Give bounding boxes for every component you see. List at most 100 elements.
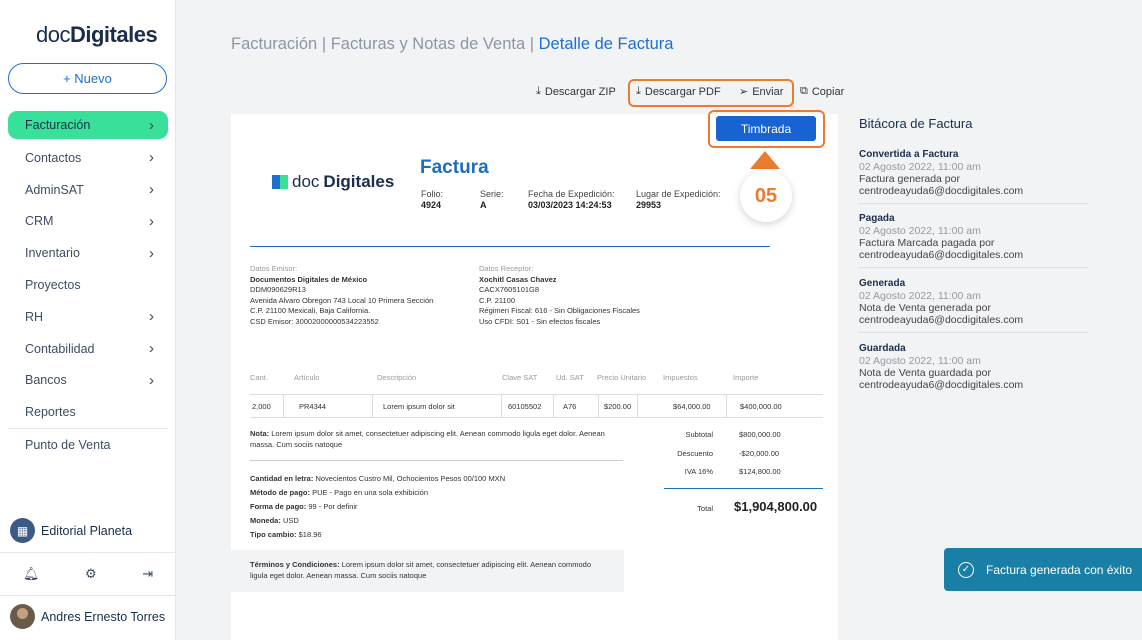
column-header: Ud. SAT: [556, 373, 584, 382]
sidebar-item-crm[interactable]: CRM ›: [8, 206, 168, 238]
sidebar-nav: Facturación › Contactos › AdminSAT › CRM › I…: [8, 111, 168, 461]
sidebar-item-contactos[interactable]: Contactos ›: [8, 142, 168, 174]
chevron-right-icon: ›: [149, 181, 154, 199]
copy-button[interactable]: ⧉ Copiar: [800, 85, 844, 98]
download-icon: ⤓: [636, 85, 641, 97]
chevron-right-icon: ›: [149, 244, 154, 262]
table-cell: $64,000.00: [673, 402, 711, 411]
step-pointer-icon: [750, 151, 780, 169]
invoice-logo: doc Digitales: [272, 172, 394, 192]
download-zip-button[interactable]: ⤓ Descargar ZIP: [536, 85, 616, 98]
divider: [637, 394, 638, 418]
payment-details: Cantidad en letra: Novecientos Custro Mi…: [250, 474, 506, 539]
emisor-block: Datos Emisor: Documentos Digitales de Mé…: [250, 264, 434, 326]
log-entry: Generada 02 Agosto 2022, 11:00 am Nota d…: [859, 278, 1088, 333]
invoice-note: Nota: Lorem ipsum dolor sit amet, consec…: [250, 429, 605, 449]
total-label: Total: [697, 504, 713, 513]
success-toast[interactable]: ✓ Factura generada con éxito: [944, 548, 1142, 591]
avatar: [10, 604, 35, 629]
divider: [726, 394, 727, 418]
sidebar-item-rh[interactable]: RH ›: [8, 301, 168, 333]
chevron-right-icon: ›: [149, 340, 154, 358]
breadcrumb-separator: |: [529, 35, 535, 53]
column-header: Importe: [733, 373, 759, 382]
chevron-right-icon: ›: [149, 149, 154, 167]
iva-value: $124,800.00: [739, 467, 781, 476]
bell-icon[interactable]: 🔔︎: [23, 566, 40, 582]
table-cell: $200.00: [604, 402, 632, 411]
receptor-block: Datos Receptor: Xochitl Casas Chavez CAC…: [479, 264, 640, 326]
new-button[interactable]: + Nuevo: [8, 63, 167, 94]
log-entry: Pagada 02 Agosto 2022, 11:00 am Factura …: [859, 213, 1088, 268]
breadcrumb-current: Detalle de Factura: [538, 35, 674, 53]
column-header: Descripción: [377, 373, 417, 382]
status-badge[interactable]: Timbrada: [716, 116, 816, 141]
column-header: Clave SAT: [502, 373, 538, 382]
sidebar-item-adminsat[interactable]: AdminSAT ›: [8, 174, 168, 206]
sidebar-item-proyectos[interactable]: Proyectos: [8, 269, 168, 301]
terms-block: Términos y Condiciones: Lorem ipsum dolo…: [231, 550, 624, 592]
chevron-right-icon: ›: [149, 212, 154, 230]
sidebar-item-punto-de-venta[interactable]: Punto de Venta: [8, 429, 168, 461]
sidebar-item-contabilidad[interactable]: Contabilidad ›: [8, 333, 168, 365]
table-cell: A76: [563, 402, 577, 411]
subtotal-value: $800,000.00: [739, 430, 781, 439]
logout-icon[interactable]: ⇥: [142, 566, 153, 582]
invoice-lugar: Lugar de Expedición: 29953: [636, 189, 721, 210]
table-cell: 2,000: [252, 402, 271, 411]
building-icon: ▦: [10, 518, 35, 543]
iva-label: IVA 16%: [684, 467, 713, 476]
sidebar-item-facturacion[interactable]: Facturación ›: [8, 111, 168, 139]
user-name: Andres Ernesto Torres: [41, 609, 166, 624]
download-pdf-button[interactable]: ⤓ Descargar PDF: [636, 85, 721, 98]
divider: [553, 394, 554, 418]
log-title: Bitácora de Factura: [859, 116, 973, 131]
breadcrumb-facturacion[interactable]: Facturación: [231, 35, 317, 53]
company-name: Editorial Planeta: [41, 523, 133, 538]
chevron-right-icon: ›: [149, 371, 154, 389]
divider: [250, 460, 623, 461]
invoice-serie: Serie: A: [480, 189, 504, 210]
sidebar-item-inventario[interactable]: Inventario ›: [8, 237, 168, 269]
download-icon: ⤓: [536, 85, 541, 97]
breadcrumb-separator: |: [321, 35, 327, 53]
discount-value: -$20,000.00: [739, 449, 780, 458]
invoice-folio: Folio: 4924: [421, 189, 444, 210]
divider: [372, 394, 373, 418]
log-entry: Guardada 02 Agosto 2022, 11:00 am Nota d…: [859, 343, 1024, 391]
invoice-fecha: Fecha de Expedición: 03/03/2023 14:24:53: [528, 189, 615, 210]
divider: [598, 394, 599, 418]
user-profile[interactable]: Andres Ernesto Torres: [10, 604, 165, 629]
total-value: $1,904,800.00: [734, 499, 818, 514]
divider: [501, 394, 502, 418]
column-header: Precio Unitario: [597, 373, 647, 382]
sidebar-tools: 🔔︎ ⚙ ⇥: [0, 552, 176, 596]
gear-icon[interactable]: ⚙: [85, 566, 97, 582]
table-cell: Lorem ipsum dolor sit: [383, 402, 455, 411]
send-button[interactable]: ➢ Enviar: [739, 85, 783, 99]
column-header: Impuestos: [663, 373, 698, 382]
company-switcher[interactable]: ▦ Editorial Planeta: [10, 518, 132, 543]
breadcrumb-facturas[interactable]: Facturas y Notas de Venta: [331, 35, 525, 53]
sidebar: docDigitales + Nuevo Facturación › Contac…: [0, 0, 176, 640]
table-cell: 60105502: [508, 402, 542, 411]
sidebar-item-reportes[interactable]: Reportes: [8, 396, 168, 428]
column-header: Cant.: [250, 373, 268, 382]
column-header: Artículo: [294, 373, 320, 382]
table-cell: $400,000.00: [740, 402, 782, 411]
logo-mark-icon: [272, 175, 288, 189]
chevron-right-icon: ›: [149, 116, 154, 134]
subtotal-label: Subtotal: [685, 430, 713, 439]
invoice-title: Factura: [420, 157, 489, 178]
app-logo[interactable]: docDigitales: [36, 22, 158, 48]
send-icon: ➢: [739, 86, 749, 98]
table-cell: PR4344: [299, 402, 327, 411]
breadcrumb: Facturación | Facturas y Notas de Venta …: [231, 35, 673, 54]
divider: [283, 394, 284, 418]
divider: [250, 246, 770, 247]
check-circle-icon: ✓: [958, 561, 974, 578]
toast-message: Factura generada con éxito: [986, 562, 1133, 577]
copy-icon: ⧉: [800, 85, 808, 97]
step-badge: 05: [740, 170, 792, 222]
sidebar-item-bancos[interactable]: Bancos ›: [8, 365, 168, 397]
